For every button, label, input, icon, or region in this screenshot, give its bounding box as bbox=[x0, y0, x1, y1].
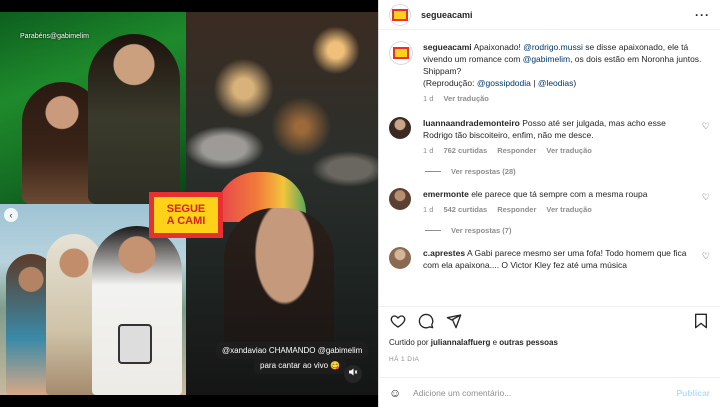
translate-button[interactable]: Ver tradução bbox=[546, 204, 591, 216]
logo-inner: SEGUE A CAMI bbox=[154, 197, 218, 233]
speaker-icon[interactable] bbox=[344, 365, 362, 383]
view-replies-button[interactable]: Ver respostas (7) bbox=[425, 226, 720, 235]
heart-icon[interactable]: ♡ bbox=[702, 121, 710, 132]
logo-line1: SEGUE bbox=[166, 203, 206, 215]
logo-line2: A CAMI bbox=[166, 215, 206, 227]
comment-username[interactable]: c.aprestes bbox=[423, 248, 465, 258]
share-icon[interactable] bbox=[445, 312, 463, 330]
shirt-graphic bbox=[118, 324, 152, 364]
liked-by: Curtido por juliannalaffuerg e outras pe… bbox=[389, 338, 558, 347]
mention-leodias[interactable]: @leodias bbox=[538, 78, 574, 88]
caption-age: 1 d bbox=[423, 94, 434, 103]
comment-age: 1 d bbox=[423, 205, 434, 214]
photo-caption: Parabéns @gabimelim bbox=[10, 22, 99, 41]
liked-user[interactable]: juliannalaffuerg bbox=[431, 338, 491, 347]
view-replies-button[interactable]: Ver respostas (28) bbox=[425, 167, 720, 176]
avatar[interactable] bbox=[389, 3, 411, 26]
bookmark-icon[interactable] bbox=[692, 312, 710, 330]
photo-caption-line2: @gabimelim bbox=[49, 33, 89, 40]
heart-icon[interactable] bbox=[389, 312, 407, 330]
comment-text: ele parece que tá sempre com a mesma rou… bbox=[468, 189, 648, 199]
header-username[interactable]: segueacami bbox=[421, 10, 473, 20]
comment-avatar[interactable] bbox=[389, 117, 411, 139]
mention-gabimelim[interactable]: @gabimelim bbox=[523, 54, 570, 64]
comment-username[interactable]: emermonte bbox=[423, 189, 469, 199]
mention-gossipdodia[interactable]: @gossipdodia bbox=[477, 78, 531, 88]
more-options-icon[interactable]: ··· bbox=[695, 8, 710, 22]
heart-icon[interactable]: ♡ bbox=[702, 192, 710, 203]
comment-item: luannaandrademonteiro Posso até ser julg… bbox=[379, 105, 720, 157]
translate-button[interactable]: Ver tradução bbox=[546, 145, 591, 157]
caption-text-4: (Reprodução: bbox=[423, 78, 477, 88]
comment-body: emermonte ele parece que tá sempre com a… bbox=[423, 188, 693, 216]
post-time[interactable]: HÁ 1 DIA bbox=[389, 356, 419, 363]
caption-sep: | bbox=[530, 78, 538, 88]
post-header: segueacami ··· bbox=[379, 0, 720, 30]
caption-text-5: ) bbox=[573, 78, 577, 88]
comment-item: c.aprestes A Gabi parece mesmo ser uma f… bbox=[379, 235, 720, 271]
video-woman bbox=[224, 208, 334, 358]
comment-username[interactable]: luannaandrademonteiro bbox=[423, 118, 520, 128]
comment-body: c.aprestes A Gabi parece mesmo ser uma f… bbox=[423, 247, 693, 271]
add-comment-bar: ☺ Publicar bbox=[379, 377, 720, 407]
mention-rodrigo[interactable]: @rodrigo.mussi bbox=[523, 42, 583, 52]
video-caption-line2: para cantar ao vivo 😋 bbox=[254, 357, 347, 374]
segue-a-cami-logo: SEGUE A CAMI bbox=[149, 192, 223, 238]
comment-icon[interactable] bbox=[417, 312, 435, 330]
comment-age: 1 d bbox=[423, 146, 434, 155]
comments-list[interactable]: segueacami Apaixonado! @rodrigo.mussi se… bbox=[379, 31, 720, 299]
caption-username[interactable]: segueacami bbox=[423, 42, 472, 52]
heart-icon[interactable]: ♡ bbox=[702, 251, 710, 262]
caption-body: segueacami Apaixonado! @rodrigo.mussi se… bbox=[423, 41, 710, 105]
post-media: Parabéns @gabimelim @xandaviao CHAMANDO … bbox=[0, 0, 378, 407]
photo-person-right bbox=[92, 226, 182, 395]
comment-input[interactable] bbox=[413, 387, 653, 398]
comment-meta: 1 d 542 curtidas Responder Ver tradução bbox=[423, 204, 693, 216]
chevron-left-icon[interactable]: ‹ bbox=[4, 208, 18, 222]
comment-likes[interactable]: 542 curtidas bbox=[443, 204, 487, 216]
caption-text-1: Apaixonado! bbox=[471, 42, 524, 52]
post-details-panel: segueacami ··· segueacami Apaixonado! @r… bbox=[378, 0, 720, 407]
comment-item: emermonte ele parece que tá sempre com a… bbox=[379, 176, 720, 216]
comment-meta: 1 d 762 curtidas Responder Ver tradução bbox=[423, 145, 693, 157]
liked-others[interactable]: outras pessoas bbox=[499, 338, 558, 347]
reply-button[interactable]: Responder bbox=[497, 145, 536, 157]
post-actions bbox=[379, 306, 720, 334]
photo-man bbox=[88, 34, 180, 204]
liked-prefix: Curtido por bbox=[389, 338, 431, 347]
instagram-post-view: Parabéns @gabimelim @xandaviao CHAMANDO … bbox=[0, 0, 720, 407]
reply-button[interactable]: Responder bbox=[497, 204, 536, 216]
caption-avatar[interactable] bbox=[389, 41, 413, 65]
comment-avatar[interactable] bbox=[389, 247, 411, 269]
caption-meta: 1 d Ver tradução bbox=[423, 93, 710, 105]
photo-couple-green-wall: Parabéns @gabimelim bbox=[0, 12, 186, 204]
publish-button[interactable]: Publicar bbox=[676, 388, 710, 398]
emoji-icon[interactable]: ☺ bbox=[389, 386, 407, 400]
post-caption: segueacami Apaixonado! @rodrigo.mussi se… bbox=[379, 31, 720, 105]
translate-button[interactable]: Ver tradução bbox=[443, 93, 488, 105]
comment-body: luannaandrademonteiro Posso até ser julg… bbox=[423, 117, 693, 157]
photo-caption-line1: Parabéns bbox=[20, 33, 50, 40]
comment-likes[interactable]: 762 curtidas bbox=[443, 145, 487, 157]
liked-suffix: e bbox=[490, 338, 500, 347]
media-collage: Parabéns @gabimelim @xandaviao CHAMANDO … bbox=[0, 12, 378, 395]
comment-avatar[interactable] bbox=[389, 188, 411, 210]
